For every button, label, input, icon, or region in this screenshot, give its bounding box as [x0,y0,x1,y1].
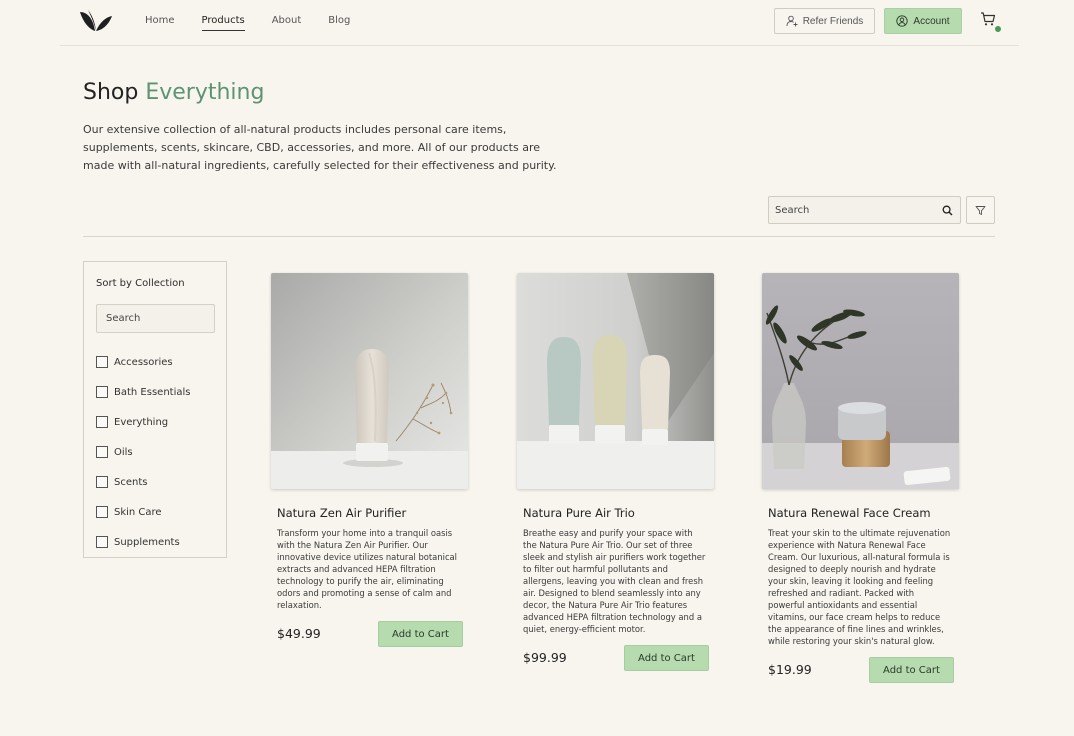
nav-products[interactable]: Products [201,0,245,41]
checkbox[interactable] [96,386,108,398]
search-icon[interactable] [942,205,953,216]
filter-label: Supplements [114,536,180,548]
product-footer: $49.99 Add to Cart [271,621,469,651]
product-card: Natura Zen Air Purifier Transform your h… [271,273,469,651]
product-card: Natura Renewal Face Cream Treat your ski… [762,273,960,687]
checkbox[interactable] [96,506,108,518]
intro-text: Our extensive collection of all-natural … [83,123,557,172]
section-divider [83,236,995,237]
product-footer: $99.99 Add to Cart [517,645,715,675]
add-to-cart-button[interactable]: Add to Cart [869,657,954,683]
user-plus-icon [786,15,798,27]
filter-item-everything[interactable]: Everything [96,407,190,437]
product-title[interactable]: Natura Renewal Face Cream [768,506,960,520]
checkbox[interactable] [96,356,108,368]
product-title[interactable]: Natura Pure Air Trio [523,506,715,520]
add-to-cart-button[interactable]: Add to Cart [624,645,709,671]
cart-status-dot [995,26,1001,32]
checkbox[interactable] [96,476,108,488]
nav-blog[interactable]: Blog [328,0,350,41]
product-search [768,196,961,224]
product-description: Breathe easy and purify your space with … [523,528,706,634]
account-button[interactable]: Account [884,8,962,34]
user-circle-icon [896,15,909,27]
collection-sidebar: Sort by Collection Accessories Bath Esse… [83,261,227,558]
sidebar-title: Sort by Collection [96,278,185,289]
site-header: Home Products About Blog Refer Friends A… [60,0,1019,46]
product-card: Natura Pure Air Trio Breathe easy and pu… [517,273,715,675]
filter-item-bath-essentials[interactable]: Bath Essentials [96,377,190,407]
filter-label: Everything [114,416,169,428]
page-title-accent: Everything [145,80,265,105]
filter-label: Oils [114,446,133,458]
collection-filter-list: Accessories Bath Essentials Everything O… [96,347,190,557]
nav-about[interactable]: About [272,0,302,41]
page-title: Shop Everything [83,80,264,105]
account-label: Account [913,15,950,27]
checkbox[interactable] [96,416,108,428]
filter-label: Scents [114,476,148,488]
product-image[interactable] [517,273,714,489]
filter-funnel-icon [975,205,986,215]
product-image[interactable] [762,273,959,489]
product-description: Treat your skin to the ultimate rejuvena… [768,528,951,646]
product-price: $99.99 [523,650,567,665]
product-description: Transform your home into a tranquil oasi… [277,528,458,610]
collection-search-input[interactable] [96,304,215,333]
filter-item-scents[interactable]: Scents [96,467,190,497]
logo-leaf-icon[interactable] [79,9,113,33]
filter-label: Accessories [114,356,173,368]
filter-item-oils[interactable]: Oils [96,437,190,467]
filter-item-accessories[interactable]: Accessories [96,347,190,377]
refer-friends-button[interactable]: Refer Friends [774,8,875,34]
checkbox[interactable] [96,536,108,548]
filter-button[interactable] [966,196,995,224]
main-nav: Home Products About Blog [145,0,377,41]
refer-friends-label: Refer Friends [802,15,864,27]
nav-home[interactable]: Home [145,0,175,41]
filter-item-supplements[interactable]: Supplements [96,527,190,557]
filter-item-skin-care[interactable]: Skin Care [96,497,190,527]
filter-label: Skin Care [114,506,162,518]
filter-label: Bath Essentials [114,386,191,398]
product-footer: $19.99 Add to Cart [762,657,960,687]
product-price: $49.99 [277,626,321,641]
product-price: $19.99 [768,662,812,677]
add-to-cart-button[interactable]: Add to Cart [378,621,463,647]
cart-button[interactable] [980,11,1002,33]
product-image[interactable] [271,273,468,489]
product-search-input[interactable] [775,197,935,223]
product-title[interactable]: Natura Zen Air Purifier [277,506,469,520]
cart-icon [981,12,996,26]
checkbox[interactable] [96,446,108,458]
page-title-plain: Shop [83,80,139,105]
